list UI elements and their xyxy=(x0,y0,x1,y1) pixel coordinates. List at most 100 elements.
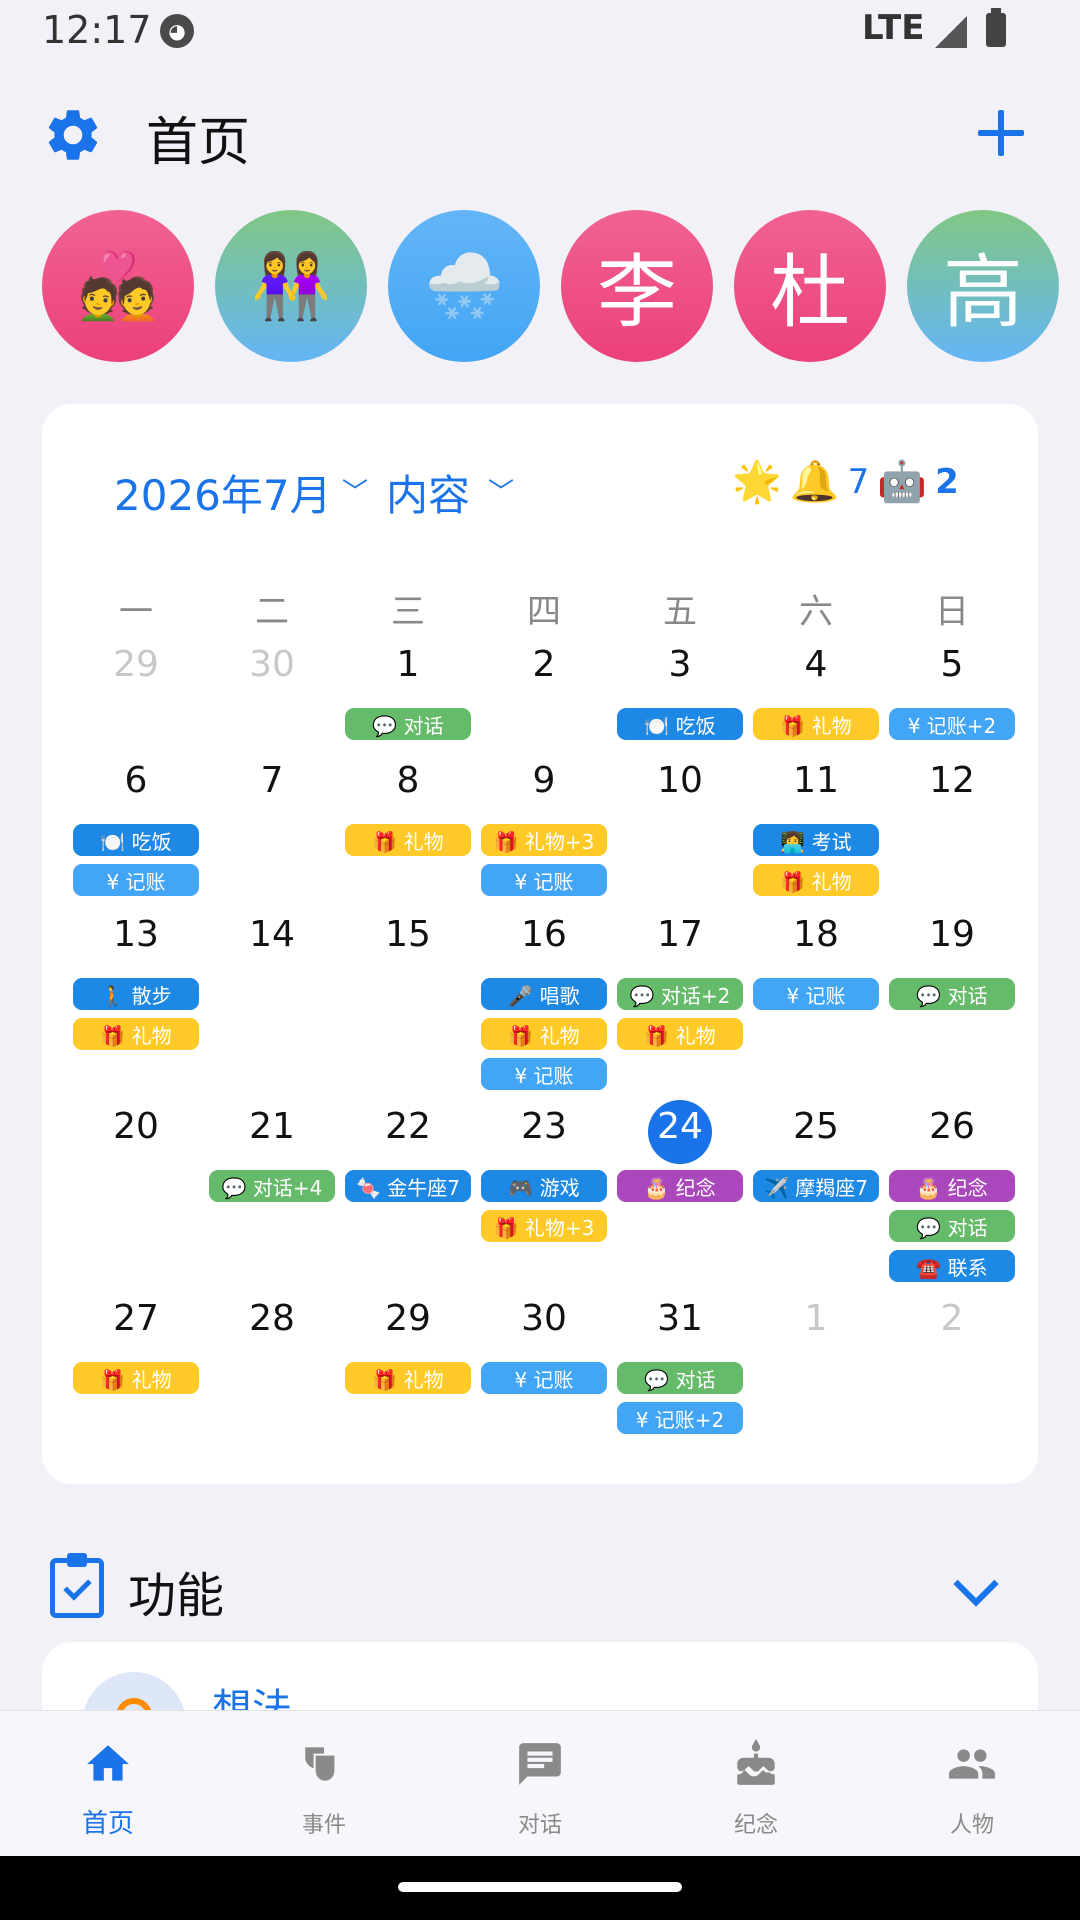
calendar-day[interactable]: 26 xyxy=(884,1106,1020,1147)
nav-label: 首页 xyxy=(81,1809,134,1839)
gesture-bar xyxy=(0,1856,1080,1920)
event-chip[interactable]: 💬 对话 xyxy=(345,708,471,740)
calendar-day[interactable]: 15 xyxy=(340,914,476,955)
calendar-day[interactable]: 19 xyxy=(884,914,1020,955)
calendar-day[interactable]: 10 xyxy=(612,760,748,801)
event-chip[interactable]: ¥ 记账 xyxy=(73,864,199,896)
event-chip[interactable]: ✈️ 摩羯座7 xyxy=(753,1170,879,1202)
event-chip[interactable]: ☎️ 联系 xyxy=(889,1250,1015,1282)
bell-icon[interactable]: 🔔 xyxy=(790,458,840,505)
calendar-day[interactable]: 23 xyxy=(476,1106,612,1147)
event-chip[interactable]: 🎁 礼物 xyxy=(753,864,879,896)
event-chip[interactable]: 💬 对话+2 xyxy=(617,978,743,1010)
person-avatar[interactable]: 🌨️ xyxy=(388,210,540,362)
gear-icon[interactable] xyxy=(42,104,104,166)
nav-tab-1[interactable]: 事件 xyxy=(216,1711,432,1857)
event-chip[interactable]: 💬 对话 xyxy=(889,978,1015,1010)
calendar-day[interactable]: 20 xyxy=(68,1106,204,1147)
calendar-day[interactable]: 21 xyxy=(204,1106,340,1147)
calendar-day[interactable]: 5 xyxy=(884,644,1020,685)
event-chip[interactable]: 🎁 礼物 xyxy=(345,1362,471,1394)
event-chip[interactable]: 🎁 礼物 xyxy=(73,1362,199,1394)
nav-tab-2[interactable]: 对话 xyxy=(432,1711,648,1857)
person-avatar[interactable]: 💑 xyxy=(42,210,194,362)
event-chip[interactable]: ¥ 记账 xyxy=(481,864,607,896)
calendar-day[interactable]: 30 xyxy=(476,1298,612,1339)
event-chip[interactable]: 🎁 礼物 xyxy=(345,824,471,856)
person-avatar[interactable]: 高 xyxy=(907,210,1059,362)
event-chip[interactable]: 🎁 礼物+3 xyxy=(481,824,607,856)
home-gesture-handle[interactable] xyxy=(398,1882,682,1892)
event-chip[interactable]: 💬 对话 xyxy=(889,1210,1015,1242)
calendar-day[interactable]: 1 xyxy=(340,644,476,685)
chevron-down-icon[interactable] xyxy=(953,1561,999,1607)
event-chip[interactable]: 🎁 礼物 xyxy=(617,1018,743,1050)
calendar-day[interactable]: 29 xyxy=(340,1298,476,1339)
calendar-day[interactable]: 22 xyxy=(340,1106,476,1147)
calendar-day[interactable]: 14 xyxy=(204,914,340,955)
nav-tab-4[interactable]: 人物 xyxy=(864,1711,1080,1857)
calendar-day[interactable]: 11 xyxy=(748,760,884,801)
calendar-day[interactable]: 28 xyxy=(204,1298,340,1339)
event-chip[interactable]: ¥ 记账+2 xyxy=(617,1402,743,1434)
person-avatar[interactable]: 杜 xyxy=(734,210,886,362)
calendar-day[interactable]: 1 xyxy=(748,1298,884,1339)
event-chip[interactable]: 🎂 纪念 xyxy=(617,1170,743,1202)
calendar-day[interactable]: 3 xyxy=(612,644,748,685)
nav-label: 人物 xyxy=(949,1813,994,1838)
calendar-day[interactable]: 27 xyxy=(68,1298,204,1339)
event-chip[interactable]: ¥ 记账 xyxy=(481,1362,607,1394)
calendar-day[interactable]: 12 xyxy=(884,760,1020,801)
event-chip[interactable]: 💬 对话+4 xyxy=(209,1170,335,1202)
event-chip[interactable]: 🎂 纪念 xyxy=(889,1170,1015,1202)
calendar-day[interactable]: 9 xyxy=(476,760,612,801)
star-icon[interactable]: 🌟 xyxy=(732,458,782,505)
calendar-day[interactable]: 16 xyxy=(476,914,612,955)
calendar-day[interactable]: 8 xyxy=(340,760,476,801)
nav-tab-0[interactable]: 首页 xyxy=(0,1711,216,1857)
calendar-day[interactable]: 2 xyxy=(884,1298,1020,1339)
calendar-day[interactable]: 2 xyxy=(476,644,612,685)
robot-icon[interactable]: 🤖 xyxy=(877,458,927,505)
bell-count: 7 xyxy=(847,461,870,502)
calendar-day[interactable]: 18 xyxy=(748,914,884,955)
event-chip[interactable]: 🎤 唱歌 xyxy=(481,978,607,1010)
functions-header[interactable]: 功能 xyxy=(0,1550,1080,1630)
event-chip[interactable]: 👩‍💻 考试 xyxy=(753,824,879,856)
calendar-day[interactable]: 30 xyxy=(204,644,340,685)
calendar-day[interactable]: 7 xyxy=(204,760,340,801)
weekday-label: 二 xyxy=(255,592,289,632)
person-avatar[interactable]: 李 xyxy=(561,210,713,362)
chevron-down-icon[interactable]: ﹀ xyxy=(342,472,368,509)
calendar-day[interactable]: 29 xyxy=(68,644,204,685)
add-icon[interactable] xyxy=(978,110,1024,156)
event-chip[interactable]: 🎁 礼物 xyxy=(73,1018,199,1050)
calendar-day[interactable]: 24 xyxy=(612,1106,748,1147)
month-selector[interactable]: 2026年7月 xyxy=(114,462,332,523)
person-avatar[interactable]: 👭 xyxy=(215,210,367,362)
content-filter-selector[interactable]: 内容 xyxy=(386,462,470,523)
network-type: LTE xyxy=(862,8,925,48)
event-chip[interactable]: ¥ 记账 xyxy=(481,1058,607,1090)
nav-label: 对话 xyxy=(517,1813,562,1838)
event-chip[interactable]: 🎁 礼物+3 xyxy=(481,1210,607,1242)
event-chip[interactable]: 🎁 礼物 xyxy=(481,1018,607,1050)
nav-tab-3[interactable]: 纪念 xyxy=(648,1711,864,1857)
event-chip[interactable]: 🍽️ 吃饭 xyxy=(617,708,743,740)
event-chip[interactable]: ¥ 记账+2 xyxy=(889,708,1015,740)
event-chip[interactable]: ¥ 记账 xyxy=(753,978,879,1010)
event-chip[interactable]: 🎮 游戏 xyxy=(481,1170,607,1202)
event-chip[interactable]: 🍬 金牛座7 xyxy=(345,1170,471,1202)
calendar-day[interactable]: 6 xyxy=(68,760,204,801)
calendar-day[interactable]: 13 xyxy=(68,914,204,955)
calendar-day[interactable]: 17 xyxy=(612,914,748,955)
event-chip[interactable]: 💬 对话 xyxy=(617,1362,743,1394)
chevron-down-icon[interactable]: ﹀ xyxy=(488,472,514,509)
event-chip[interactable]: 🍽️ 吃饭 xyxy=(73,824,199,856)
calendar-day[interactable]: 25 xyxy=(748,1106,884,1147)
calendar-day[interactable]: 4 xyxy=(748,644,884,685)
signal-icon xyxy=(935,16,967,48)
event-chip[interactable]: 🎁 礼物 xyxy=(753,708,879,740)
calendar-day[interactable]: 31 xyxy=(612,1298,748,1339)
event-chip[interactable]: 🚶 散步 xyxy=(73,978,199,1010)
